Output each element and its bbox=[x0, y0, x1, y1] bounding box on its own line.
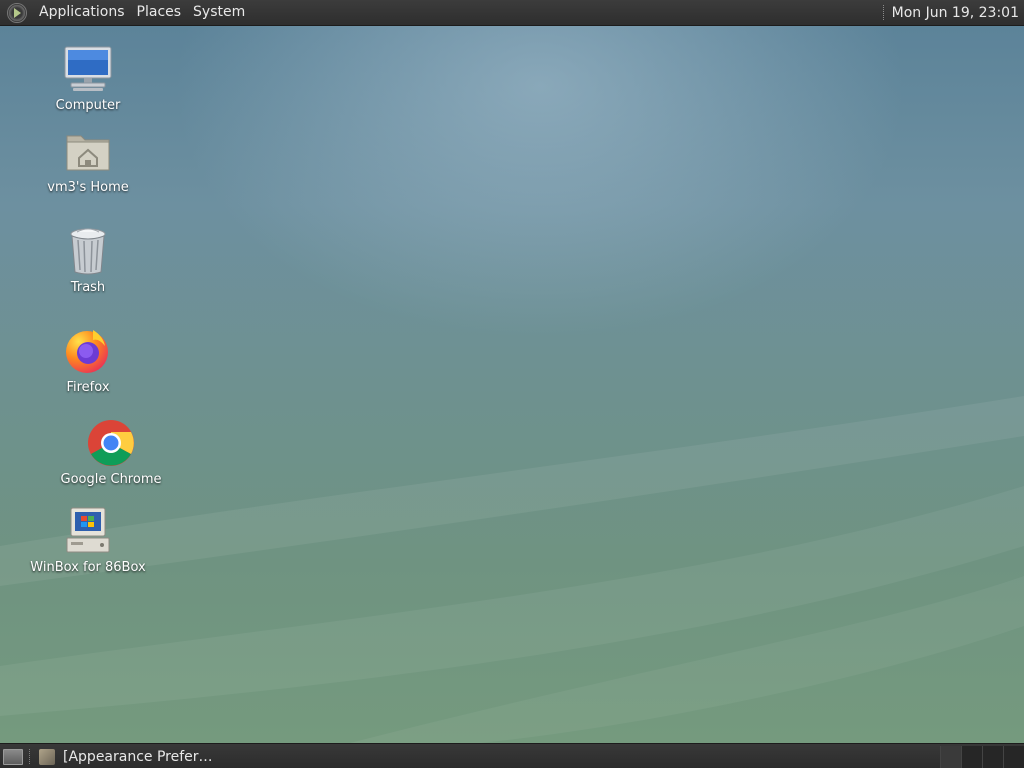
workspace-1[interactable] bbox=[940, 746, 961, 768]
chrome-icon bbox=[86, 418, 136, 468]
top-panel: Applications Places System Mon Jun 19, 2… bbox=[0, 0, 1024, 26]
menu-logo-icon[interactable] bbox=[7, 2, 27, 23]
desktop-icon-label: Computer bbox=[55, 98, 121, 113]
desktop-icon-label: WinBox for 86Box bbox=[30, 560, 146, 575]
trash-icon bbox=[63, 226, 113, 276]
taskbar-button-label: [Appearance Prefer… bbox=[63, 748, 213, 765]
workspace-switcher[interactable] bbox=[940, 746, 1024, 768]
desktop-icon-home[interactable]: vm3's Home bbox=[23, 126, 153, 195]
wallpaper-curves bbox=[0, 396, 1024, 743]
appearance-preferences-icon bbox=[39, 748, 55, 765]
computer-icon bbox=[63, 44, 113, 94]
show-desktop-button[interactable] bbox=[3, 748, 23, 765]
panel-separator bbox=[29, 749, 32, 764]
firefox-icon bbox=[63, 326, 113, 376]
desktop-icon-firefox[interactable]: Firefox bbox=[23, 326, 153, 395]
desktop-icon-label: Trash bbox=[70, 280, 106, 295]
desktop[interactable]: Computer vm3's Home Trash Firefox Google… bbox=[0, 26, 1024, 743]
winbox-icon bbox=[63, 506, 113, 556]
desktop-icon-trash[interactable]: Trash bbox=[23, 226, 153, 295]
workspace-2[interactable] bbox=[961, 746, 982, 768]
home-folder-icon bbox=[63, 126, 113, 176]
desktop-icon-winbox[interactable]: WinBox for 86Box bbox=[23, 506, 153, 575]
workspace-4[interactable] bbox=[1003, 746, 1024, 768]
menu-places[interactable]: Places bbox=[131, 0, 188, 25]
desktop-icon-label: Google Chrome bbox=[60, 472, 162, 487]
desktop-icon-label: Firefox bbox=[66, 380, 110, 395]
taskbar-button-appearance[interactable]: [Appearance Prefer… bbox=[39, 745, 221, 768]
desktop-icon-chrome[interactable]: Google Chrome bbox=[46, 418, 176, 487]
menu-system[interactable]: System bbox=[187, 0, 251, 25]
bottom-panel: [Appearance Prefer… bbox=[0, 743, 1024, 768]
desktop-icon-computer[interactable]: Computer bbox=[23, 44, 153, 113]
menu-applications[interactable]: Applications bbox=[33, 0, 131, 25]
panel-separator bbox=[882, 5, 886, 20]
workspace-3[interactable] bbox=[982, 746, 1003, 768]
desktop-icon-label: vm3's Home bbox=[47, 180, 129, 195]
clock[interactable]: Mon Jun 19, 23:01 bbox=[892, 5, 1024, 21]
